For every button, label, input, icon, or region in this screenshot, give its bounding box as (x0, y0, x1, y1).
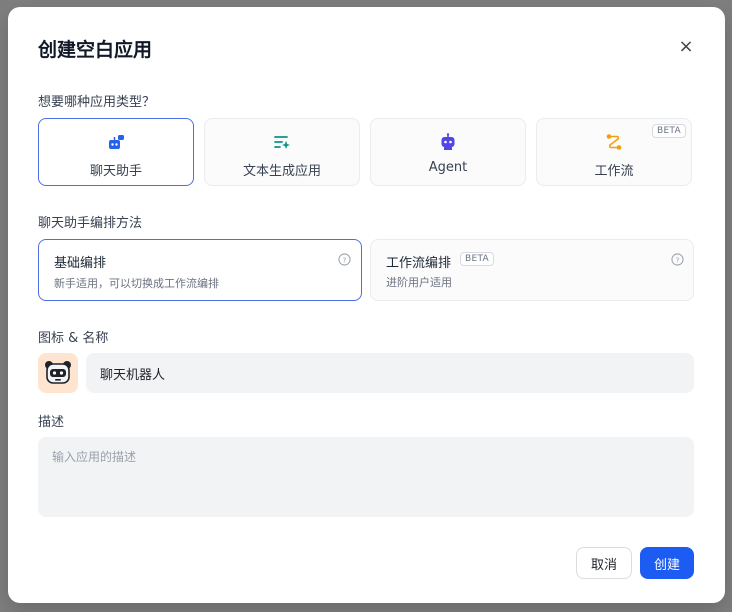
create-app-dialog: 创建空白应用 × 想要哪种应用类型？ 聊天助手 文本生成应用 Agent 工作流… (8, 7, 725, 603)
app-type-label-workflow: 工作流 (594, 164, 634, 179)
help-icon[interactable]: ? (338, 253, 351, 266)
dialog-title: 创建空白应用 (38, 39, 153, 61)
description-textarea[interactable] (38, 437, 694, 517)
panda-robot-icon (45, 361, 71, 384)
orchestration-workflow[interactable]: 工作流编排 BETA 进阶用户适用 ? (370, 239, 694, 301)
app-name-input[interactable] (86, 353, 694, 393)
create-button[interactable]: 创建 (640, 547, 694, 579)
workflow-icon (606, 134, 622, 150)
chat-bot-icon (109, 135, 124, 149)
description-label: 描述 (38, 415, 65, 430)
cancel-button[interactable]: 取消 (576, 547, 632, 579)
app-type-label-chatbot: 聊天助手 (89, 164, 142, 179)
beta-badge: BETA (460, 252, 495, 266)
orchestration-workflow-title: 工作流编排 (386, 256, 452, 271)
app-type-agent[interactable]: Agent (370, 118, 526, 186)
orchestration-basic[interactable]: 基础编排 新手适用，可以切换成工作流编排 ? (38, 239, 362, 301)
app-type-text-generation[interactable]: 文本生成应用 (204, 118, 360, 186)
orchestration-basic-title: 基础编排 (54, 256, 107, 271)
close-icon[interactable]: × (676, 37, 696, 57)
agent-robot-icon (441, 133, 455, 150)
orchestration-workflow-desc: 进阶用户适用 (386, 276, 452, 289)
text-generation-icon (274, 136, 290, 149)
app-type-chatbot[interactable]: 聊天助手 (38, 118, 194, 186)
svg-text:?: ? (343, 255, 347, 264)
app-type-label-text-generation: 文本生成应用 (242, 164, 321, 179)
app-type-label: 想要哪种应用类型？ (38, 95, 156, 110)
orchestration-label: 聊天助手编排方法 (38, 216, 143, 231)
orchestration-basic-desc: 新手适用，可以切换成工作流编排 (54, 277, 219, 290)
icon-name-label: 图标 & 名称 (38, 331, 109, 346)
app-type-label-agent: Agent (428, 160, 468, 175)
help-icon[interactable]: ? (671, 253, 684, 266)
app-type-workflow[interactable]: 工作流 BETA (536, 118, 692, 186)
app-avatar[interactable] (38, 353, 78, 393)
beta-badge: BETA (651, 124, 686, 138)
svg-text:?: ? (676, 255, 680, 264)
